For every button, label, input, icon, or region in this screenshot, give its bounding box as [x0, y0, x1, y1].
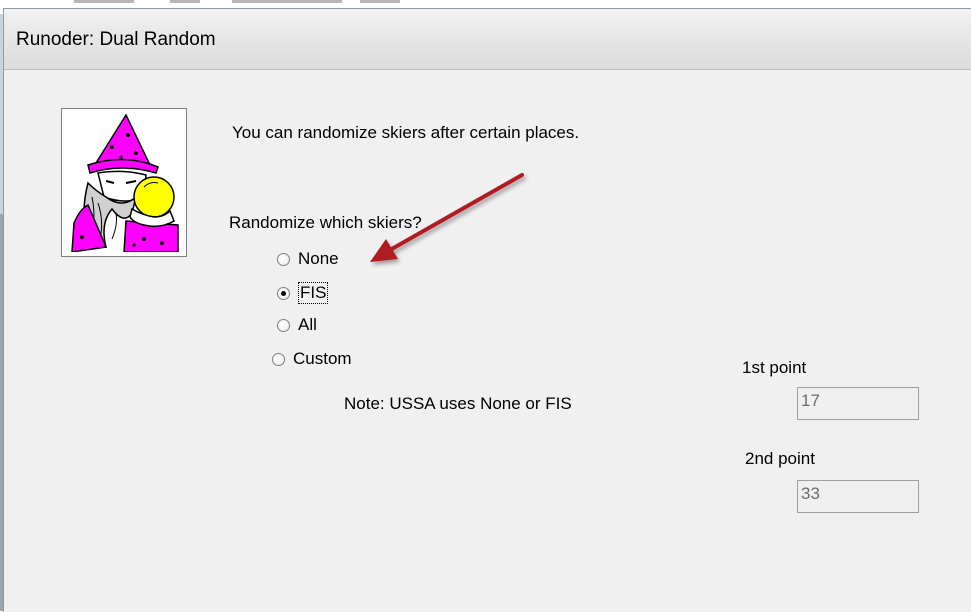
radio-all[interactable]: All	[277, 315, 317, 335]
title-bar[interactable]: Runoder: Dual Random	[4, 9, 971, 70]
radio-label-fis: FIS	[298, 282, 329, 304]
arrow-shaft	[388, 173, 524, 252]
radio-button-fis[interactable]	[277, 286, 290, 300]
radio-custom[interactable]: Custom	[272, 349, 352, 369]
radio-label-none: None	[298, 249, 339, 268]
radio-button-none[interactable]	[277, 252, 290, 266]
background-window-strip	[0, 0, 971, 8]
intro-text: You can randomize skiers after certain p…	[232, 123, 580, 142]
wizard-image	[61, 108, 187, 257]
first-point-field[interactable]: 17	[797, 387, 919, 420]
radio-button-custom[interactable]	[272, 352, 285, 366]
dialog-title: Runoder: Dual Random	[16, 29, 216, 50]
annotation-arrow	[370, 173, 524, 262]
radio-fis[interactable]: FIS	[277, 282, 329, 304]
wizard-icon	[66, 113, 182, 252]
dialog-body: You can randomize skiers after certain p…	[4, 70, 971, 612]
dual-random-dialog: Runoder: Dual Random You can randomize s…	[3, 8, 971, 612]
arrow-head	[370, 239, 398, 262]
second-point-label: 2nd point	[745, 449, 815, 468]
radio-label-all: All	[298, 315, 317, 334]
radio-label-custom: Custom	[293, 349, 352, 368]
first-point-label: 1st point	[742, 358, 807, 377]
second-point-field[interactable]: 33	[797, 480, 919, 513]
ussa-note: Note: USSA uses None or FIS	[344, 394, 572, 413]
radio-none[interactable]: None	[277, 249, 339, 269]
radio-button-all[interactable]	[277, 318, 290, 332]
